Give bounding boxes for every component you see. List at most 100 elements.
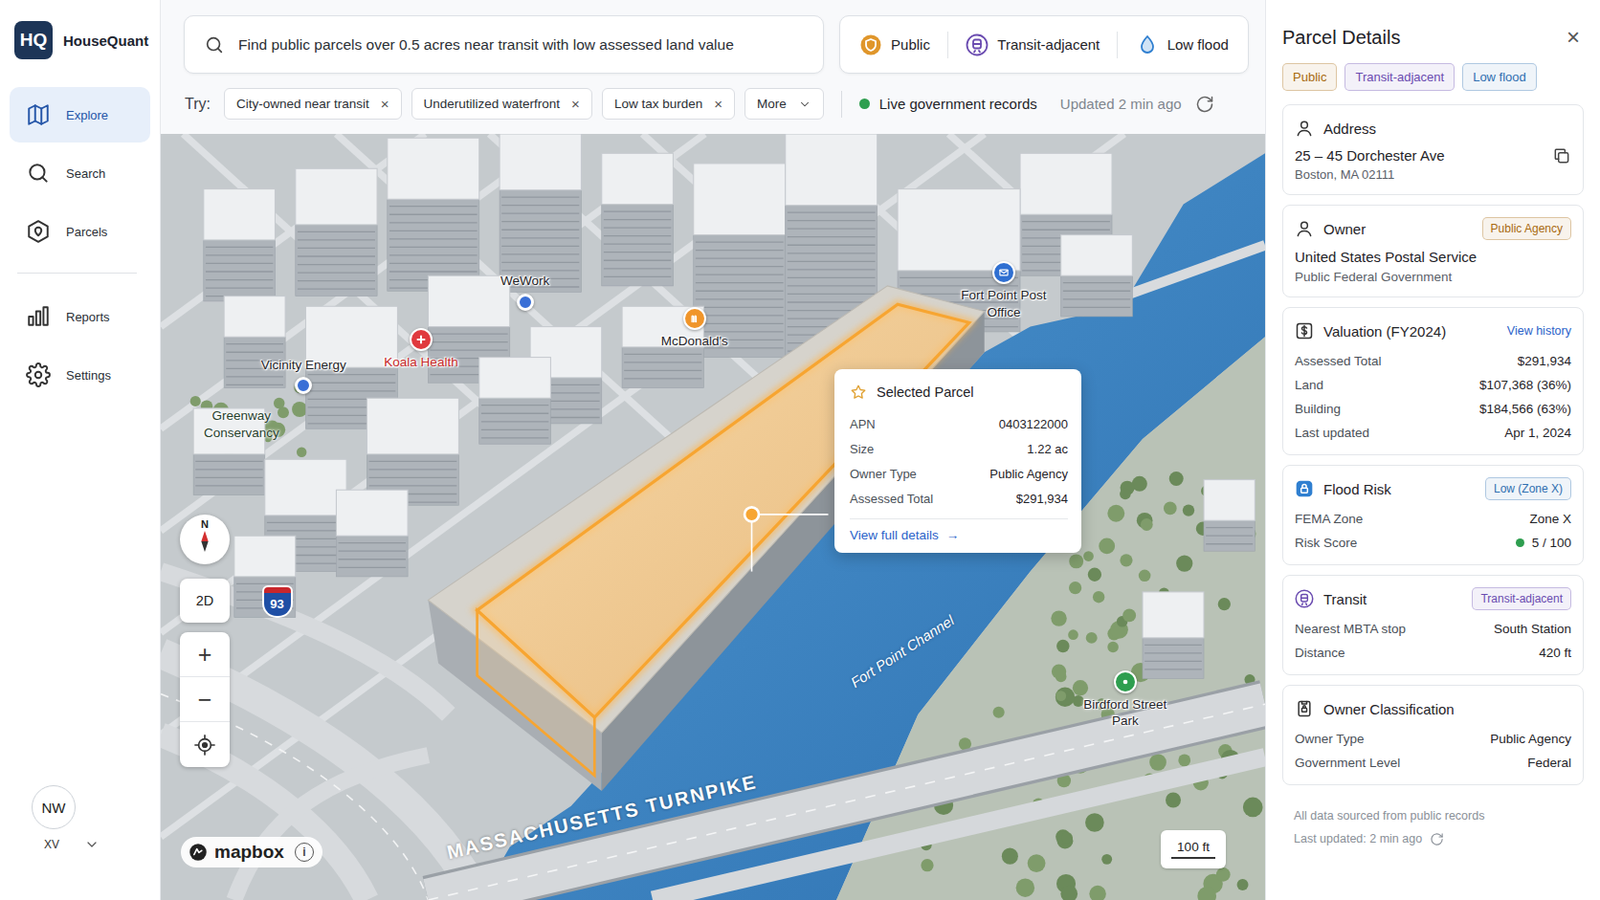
user-name: XV — [44, 838, 60, 852]
close-button[interactable]: × — [1562, 23, 1584, 51]
popup-title: Selected Parcel — [876, 384, 975, 400]
view-toggle-button[interactable]: 2D — [179, 578, 230, 623]
search-input[interactable] — [238, 36, 808, 54]
info-button[interactable]: i — [294, 843, 314, 863]
app-name: HouseQuant — [63, 32, 149, 49]
sidebar-label: Parcels — [66, 224, 108, 240]
detail-rows: Nearest MBTA stopSouth StationDistance42… — [1294, 617, 1572, 666]
view-history-link[interactable]: View history — [1507, 324, 1572, 338]
owner-card: OwnerPublic AgencyUnited States Postal S… — [1282, 204, 1584, 298]
detail-row: FEMA ZoneZone X — [1294, 507, 1572, 532]
copy-icon — [1552, 146, 1572, 166]
suggestion-chip[interactable]: Underutilized waterfront × — [411, 88, 593, 120]
sidebar-item[interactable]: Parcels — [9, 203, 151, 260]
map-icon — [25, 102, 51, 128]
train-icon — [1294, 589, 1314, 609]
map-pin[interactable] — [516, 293, 534, 312]
popup-row-value: $291,934 — [1016, 491, 1068, 507]
map-label: WeWork — [500, 272, 550, 290]
cross-icon — [414, 333, 428, 347]
card-title: Flood Risk — [1323, 481, 1392, 498]
flood-lock-icon — [1294, 479, 1314, 499]
zoom-out-button[interactable]: − — [179, 677, 230, 723]
row-label: FEMA Zone — [1294, 511, 1363, 527]
map-pin[interactable] — [1113, 670, 1137, 694]
more-dropdown[interactable]: More — [744, 88, 824, 120]
panel-footer: All data sourced from public recordsLast… — [1282, 804, 1584, 851]
live-dot — [859, 98, 870, 110]
source-note: All data sourced from public records — [1293, 804, 1584, 828]
sidebar-label: Explore — [66, 108, 109, 123]
popup-row-label: Owner Type — [849, 466, 917, 482]
logo-mark: HQ — [14, 21, 53, 60]
main-area: PublicTransit-adjacentLow floodTry:City-… — [160, 0, 1266, 900]
flood-card: Flood Risk Low (Zone X) FEMA ZoneZone X Ris… — [1282, 465, 1584, 566]
updated-label: Updated 2 min ago — [1060, 95, 1182, 112]
chip-label: Underutilized waterfront — [423, 96, 561, 112]
mapbox-text: mapbox — [214, 842, 285, 864]
sidebar-nav: Reports Settings — [0, 288, 160, 403]
user-row: XV — [44, 837, 160, 853]
detail-row: Government LevelFederal — [1294, 751, 1572, 776]
detail-row: Building $184,566 (63%) — [1294, 397, 1572, 422]
detail-cards: Address25 – 45 Dorchester AveBoston, MA … — [1282, 104, 1584, 786]
chip-remove[interactable]: × — [571, 95, 580, 112]
bar-chart-icon — [25, 304, 51, 330]
sidebar-item[interactable]: Explore — [9, 87, 151, 143]
row-value: Federal — [1527, 755, 1572, 771]
filter-toggle[interactable]: Public — [853, 33, 936, 57]
badge: Low (Zone X) — [1485, 477, 1572, 501]
detail-row: Assessed Total$291,934 — [1294, 349, 1572, 374]
row-value: $184,566 (63%) — [1479, 401, 1572, 417]
detail-row: Distance420 ft — [1294, 641, 1572, 666]
locate-button[interactable] — [179, 722, 230, 768]
row-value-wrap: Apr 1, 2024 — [1504, 425, 1572, 441]
card-title: Owner — [1323, 221, 1366, 238]
user-menu[interactable]: NWXV — [0, 785, 160, 900]
chip-remove[interactable]: × — [380, 95, 390, 112]
sidebar-item[interactable]: Search — [9, 145, 151, 201]
card-title: Valuation (FY2024) — [1323, 323, 1446, 340]
sidebar-item[interactable]: Settings — [9, 347, 151, 403]
badge: Public Agency — [1482, 217, 1572, 241]
popup-row-value: 1.22 ac — [1026, 442, 1068, 457]
row-value: $291,934 — [1517, 354, 1572, 369]
view-details-link[interactable]: View full details→ — [849, 528, 1068, 543]
interstate-shield: 93 — [264, 587, 291, 617]
card-title: Transit — [1323, 591, 1367, 608]
card-title: Owner Classification — [1323, 701, 1455, 718]
map-scale: 100 ft — [1160, 830, 1226, 869]
last-updated-label: Last updated: 2 min ago — [1293, 827, 1423, 851]
copy-button[interactable] — [1552, 146, 1572, 170]
filter-toggle[interactable]: Low flood — [1130, 33, 1235, 57]
map-pin[interactable] — [992, 261, 1016, 285]
card-header: Owner Public Agency — [1294, 216, 1572, 242]
chip-remove[interactable]: × — [713, 95, 723, 112]
row-label: Land — [1294, 377, 1324, 393]
suggestion-chip[interactable]: Low tax burden× — [601, 88, 735, 120]
address-body: 25 – 45 Dorchester AveBoston, MA 02111 — [1294, 146, 1572, 185]
map-pin[interactable] — [294, 377, 312, 395]
suggestion-chip[interactable]: City-owned near transit × — [223, 88, 402, 120]
chip-label: City-owned near transit — [236, 96, 370, 112]
map-label: Birdford Street Park — [1075, 696, 1176, 731]
map-pin[interactable] — [409, 328, 433, 352]
search-box[interactable] — [183, 15, 824, 74]
map-label: Koala Health — [383, 354, 458, 372]
row-label: Risk Score — [1294, 535, 1357, 551]
last-updated: Last updated: 2 min ago — [1293, 827, 1584, 851]
map-pin[interactable] — [683, 307, 707, 331]
filter-label: Transit-adjacent — [997, 36, 1100, 53]
sidebar-label: Search — [66, 166, 106, 181]
transit-card: TransitTransit-adjacentNearest MBTA stop… — [1282, 575, 1584, 676]
mail-icon — [997, 266, 1011, 280]
compass[interactable]: N — [179, 514, 230, 565]
filter-toggle[interactable]: Transit-adjacent — [959, 33, 1106, 57]
updated-status: Updated 2 min ago — [1060, 94, 1215, 114]
row-value: Public Agency — [1489, 732, 1572, 747]
zoom-in-button[interactable]: + — [179, 632, 230, 678]
sidebar-label: Settings — [66, 368, 112, 383]
map[interactable]: WeWorkVicinity EnergyKoala HealthMcDonal… — [160, 133, 1266, 900]
row-label: Building — [1294, 401, 1341, 417]
sidebar-item[interactable]: Reports — [9, 288, 151, 345]
